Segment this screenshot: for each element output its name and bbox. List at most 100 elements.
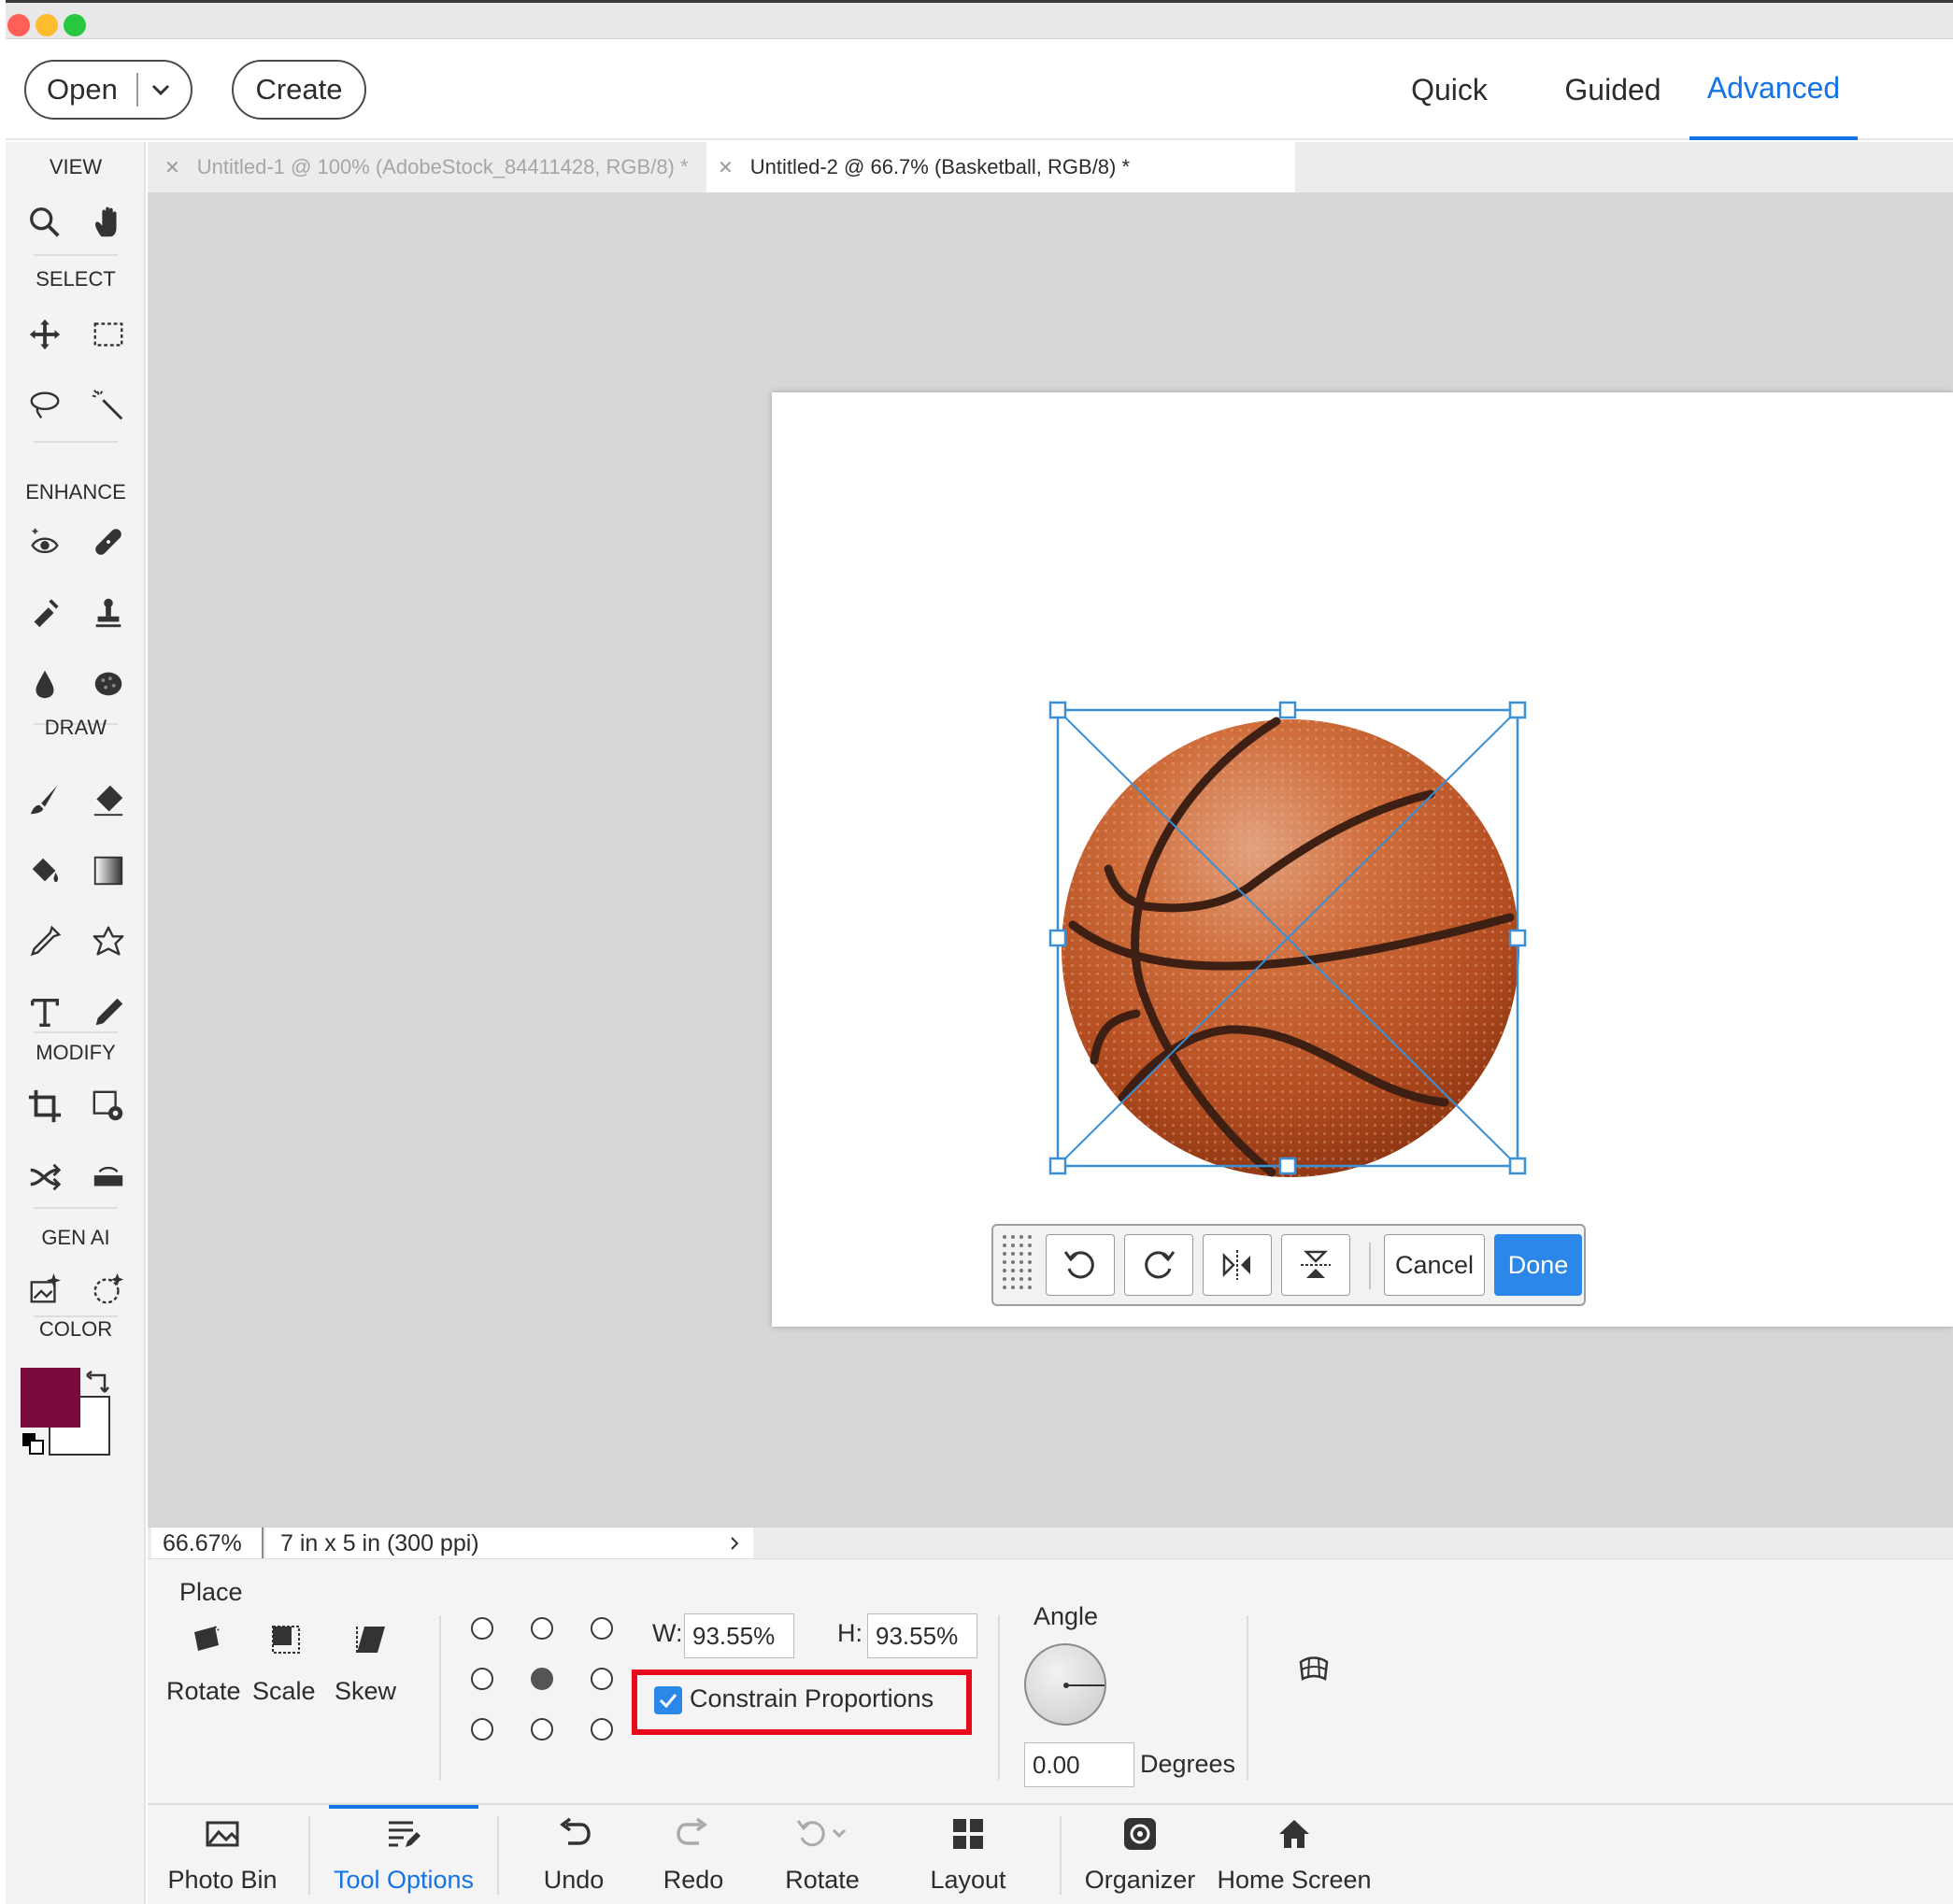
tool-options-button[interactable]: Tool Options bbox=[329, 1805, 478, 1904]
divider bbox=[1369, 1243, 1371, 1289]
flip-vertical-button[interactable] bbox=[1281, 1234, 1350, 1296]
skew-mode-icon bbox=[356, 1627, 385, 1653]
close-tab-icon[interactable]: ✕ bbox=[164, 156, 180, 179]
top-bar: Open Create Quick Guided Advanced bbox=[6, 39, 1953, 140]
close-tab-icon[interactable]: ✕ bbox=[718, 156, 734, 179]
lasso-tool[interactable] bbox=[19, 379, 71, 432]
section-enhance: ENHANCE bbox=[25, 480, 126, 504]
cancel-button[interactable]: Cancel bbox=[1384, 1234, 1485, 1296]
recompose-tool[interactable] bbox=[82, 1080, 135, 1132]
organizer-icon bbox=[1124, 1818, 1156, 1850]
drag-handle-icon[interactable] bbox=[1001, 1233, 1034, 1297]
window-titlebar bbox=[6, 0, 1953, 39]
reference-point-radio[interactable] bbox=[471, 1718, 493, 1741]
scale-mode-button[interactable]: Scale bbox=[250, 1615, 325, 1727]
transform-handle[interactable] bbox=[1048, 1157, 1067, 1175]
zoom-field[interactable]: 66.67% bbox=[151, 1527, 264, 1559]
red-eye-tool[interactable] bbox=[19, 516, 71, 568]
document-info[interactable]: 7 in x 5 in (300 ppi) bbox=[265, 1527, 753, 1559]
organizer-button[interactable]: Organizer bbox=[1084, 1805, 1196, 1904]
undo-button[interactable]: Undo bbox=[527, 1805, 620, 1904]
zoom-tool[interactable] bbox=[19, 196, 71, 249]
zoom-window-button[interactable] bbox=[64, 14, 86, 36]
reference-point-radio[interactable] bbox=[471, 1668, 493, 1690]
crop-tool[interactable] bbox=[19, 1080, 71, 1132]
rotate-button[interactable]: Rotate bbox=[766, 1805, 878, 1904]
tab-quick[interactable]: Quick bbox=[1398, 39, 1501, 140]
scale-mode-label: Scale bbox=[252, 1677, 316, 1705]
chevron-down-icon[interactable] bbox=[150, 78, 172, 101]
transform-bounding-box[interactable] bbox=[1047, 701, 1532, 1177]
tab-advanced[interactable]: Advanced bbox=[1689, 39, 1858, 140]
healing-brush-tool[interactable] bbox=[82, 516, 135, 568]
custom-shape-tool[interactable] bbox=[82, 916, 135, 968]
transform-handle[interactable] bbox=[1508, 1157, 1527, 1175]
close-window-button[interactable] bbox=[7, 14, 30, 36]
open-button[interactable]: Open bbox=[24, 60, 192, 120]
move-tool[interactable] bbox=[19, 308, 71, 361]
transform-handle[interactable] bbox=[1508, 929, 1527, 947]
transform-handle[interactable] bbox=[1508, 701, 1527, 719]
shape-icon bbox=[93, 926, 124, 956]
transform-handle[interactable] bbox=[1278, 701, 1297, 719]
chevron-right-icon[interactable] bbox=[727, 1536, 742, 1551]
blur-tool[interactable] bbox=[19, 658, 71, 710]
document-tab-active[interactable]: ✕ Untitled-2 @ 66.7% (Basketball, RGB/8)… bbox=[706, 142, 1295, 192]
transform-handle[interactable] bbox=[1048, 929, 1067, 947]
sponge-tool[interactable] bbox=[82, 658, 135, 710]
create-button[interactable]: Create bbox=[232, 60, 366, 120]
angle-dial[interactable] bbox=[1024, 1643, 1106, 1726]
photo-bin-button[interactable]: Photo Bin bbox=[166, 1805, 278, 1904]
reference-point-radio[interactable] bbox=[591, 1668, 613, 1690]
redo-button[interactable]: Redo bbox=[647, 1805, 740, 1904]
brush-tool[interactable] bbox=[19, 774, 71, 826]
foreground-color-swatch[interactable] bbox=[21, 1368, 80, 1428]
reference-point-radio-selected[interactable] bbox=[531, 1668, 553, 1690]
rotate-right-button[interactable] bbox=[1124, 1234, 1193, 1296]
rotate-left-button[interactable] bbox=[1046, 1234, 1115, 1296]
generative-fill-tool[interactable] bbox=[19, 1263, 71, 1315]
warp-icon[interactable] bbox=[1297, 1653, 1331, 1686]
layout-button[interactable]: Layout bbox=[912, 1805, 1024, 1904]
skew-mode-button[interactable]: Skew bbox=[335, 1615, 409, 1727]
home-screen-button[interactable]: Home Screen bbox=[1217, 1805, 1372, 1904]
height-input[interactable]: 93.55% bbox=[867, 1613, 977, 1658]
eyedropper-icon bbox=[30, 925, 62, 957]
reference-point-radio[interactable] bbox=[591, 1718, 613, 1741]
divider bbox=[308, 1816, 310, 1895]
rotate-mode-button[interactable]: Rotate bbox=[161, 1615, 247, 1727]
reference-point-radio[interactable] bbox=[471, 1617, 493, 1640]
swap-colors-icon[interactable] bbox=[84, 1368, 112, 1396]
hand-tool[interactable] bbox=[82, 196, 135, 249]
constrain-proportions-checkbox[interactable] bbox=[654, 1686, 682, 1714]
width-input[interactable]: 93.55% bbox=[684, 1613, 794, 1658]
lasso-icon bbox=[30, 391, 60, 419]
pencil-icon bbox=[95, 998, 123, 1026]
marquee-tool[interactable] bbox=[82, 308, 135, 361]
done-button[interactable]: Done bbox=[1494, 1234, 1582, 1296]
tab-advanced-label: Advanced bbox=[1706, 70, 1841, 105]
smart-brush-tool[interactable] bbox=[19, 587, 71, 639]
eyedropper-tool[interactable] bbox=[19, 916, 71, 968]
magic-wand-tool[interactable] bbox=[82, 379, 135, 432]
transform-handle[interactable] bbox=[1048, 701, 1067, 719]
flip-horizontal-button[interactable] bbox=[1203, 1234, 1272, 1296]
reference-point-radio[interactable] bbox=[531, 1617, 553, 1640]
tab-guided[interactable]: Guided bbox=[1557, 39, 1669, 140]
angle-input[interactable]: 0.00 bbox=[1024, 1742, 1134, 1787]
generative-remove-tool[interactable] bbox=[82, 1263, 135, 1315]
document-tab[interactable]: ✕ Untitled-1 @ 100% (AdobeStock_84411428… bbox=[164, 142, 706, 192]
gradient-tool[interactable] bbox=[82, 845, 135, 897]
paint-bucket-tool[interactable] bbox=[19, 845, 71, 897]
reference-point-radio[interactable] bbox=[531, 1718, 553, 1741]
eraser-tool[interactable] bbox=[82, 774, 135, 826]
status-bar: 66.67% 7 in x 5 in (300 ppi) bbox=[148, 1527, 1953, 1559]
clone-stamp-tool[interactable] bbox=[82, 587, 135, 639]
straighten-tool[interactable] bbox=[82, 1151, 135, 1203]
transform-handle[interactable] bbox=[1278, 1157, 1297, 1175]
default-colors-icon[interactable] bbox=[21, 1431, 45, 1456]
minimize-window-button[interactable] bbox=[36, 14, 58, 36]
reference-point-radio[interactable] bbox=[591, 1617, 613, 1640]
paint-bucket-icon bbox=[32, 858, 59, 883]
content-aware-move-tool[interactable] bbox=[19, 1151, 71, 1203]
